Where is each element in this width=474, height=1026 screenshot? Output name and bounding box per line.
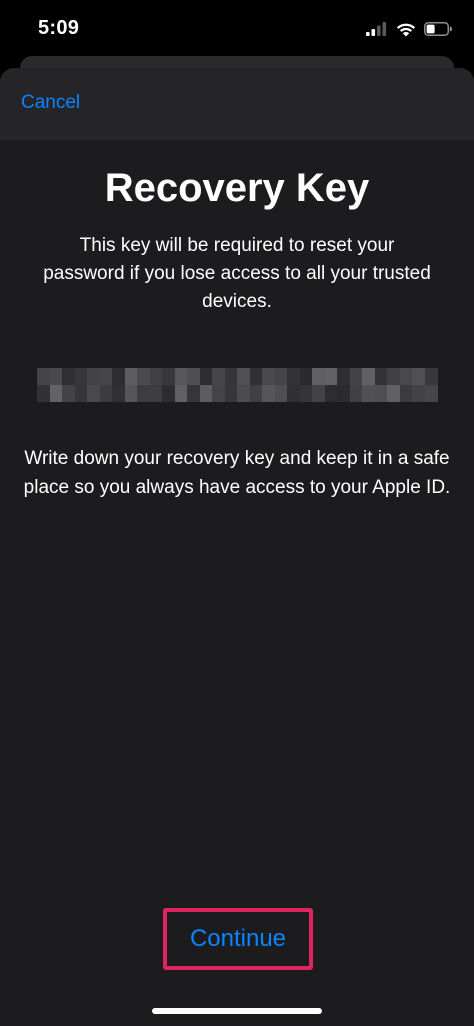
- redacted-pixel: [299, 368, 313, 385]
- redacted-pixel: [349, 385, 363, 402]
- redacted-pixel: [412, 368, 425, 385]
- redacted-pixel: [99, 368, 113, 385]
- cellular-signal-icon: [366, 22, 387, 36]
- redacted-pixel: [399, 385, 413, 402]
- redacted-pixel: [199, 368, 213, 385]
- redacted-pixel: [237, 385, 250, 402]
- redacted-pixel: [49, 368, 63, 385]
- redacted-pixel: [37, 368, 50, 385]
- status-time: 5:09: [38, 17, 80, 39]
- redacted-pixel: [149, 368, 163, 385]
- redacted-pixel: [324, 385, 338, 402]
- redacted-pixel: [112, 385, 125, 402]
- redacted-pixel: [237, 368, 250, 385]
- instruction-text: Write down your recovery key and keep it…: [23, 448, 451, 498]
- recovery-key-redacted: [37, 368, 438, 402]
- redacted-pixel: [287, 368, 300, 385]
- redacted-pixel: [212, 385, 225, 402]
- continue-button[interactable]: Continue: [167, 912, 309, 966]
- status-icons: [366, 19, 452, 39]
- redacted-pixel: [74, 368, 88, 385]
- redacted-pixel: [124, 385, 138, 402]
- redacted-pixel: [312, 385, 325, 402]
- redacted-pixel: [62, 385, 75, 402]
- redacted-pixel: [287, 385, 300, 402]
- redacted-pixel: [249, 368, 263, 385]
- recovery-key-sheet: Cancel Recovery Key This key will be req…: [0, 68, 474, 1026]
- redacted-pixel: [424, 385, 438, 402]
- redacted-pixel: [224, 385, 238, 402]
- redacted-pixel: [299, 385, 313, 402]
- redacted-pixel: [187, 385, 200, 402]
- redacted-pixel: [274, 385, 288, 402]
- redacted-pixel: [137, 368, 150, 385]
- redacted-pixel: [337, 385, 350, 402]
- redacted-pixel: [74, 385, 88, 402]
- redacted-pixel: [337, 368, 350, 385]
- status-bar: 5:09: [0, 0, 474, 56]
- redacted-pixel: [262, 368, 275, 385]
- redacted-pixel: [262, 385, 275, 402]
- redacted-pixel: [324, 368, 338, 385]
- redacted-pixel: [387, 368, 400, 385]
- continue-highlight: Continue: [163, 908, 313, 970]
- redacted-pixel: [112, 368, 125, 385]
- home-indicator: [152, 1008, 322, 1014]
- redacted-pixel: [149, 385, 163, 402]
- redacted-pixel: [124, 368, 138, 385]
- redacted-pixel: [212, 368, 225, 385]
- redacted-pixel: [312, 368, 325, 385]
- redacted-pixel: [274, 368, 288, 385]
- redacted-pixel: [362, 368, 375, 385]
- redacted-pixel: [387, 385, 400, 402]
- redacted-pixel: [362, 385, 375, 402]
- redacted-pixel: [137, 385, 150, 402]
- redacted-pixel: [99, 385, 113, 402]
- redacted-pixel: [199, 385, 213, 402]
- redacted-pixel: [87, 385, 100, 402]
- description-text: This key will be required to reset your …: [43, 235, 431, 312]
- redacted-pixel: [399, 368, 413, 385]
- redacted-pixel: [249, 385, 263, 402]
- wifi-icon: [396, 23, 416, 36]
- redacted-pixel: [374, 385, 388, 402]
- redacted-pixel: [374, 368, 388, 385]
- redacted-pixel: [87, 368, 100, 385]
- redacted-pixel: [349, 368, 363, 385]
- redacted-pixel: [162, 368, 175, 385]
- redacted-pixel: [424, 368, 438, 385]
- redacted-pixel: [174, 368, 188, 385]
- redacted-pixel: [62, 368, 75, 385]
- cancel-button[interactable]: Cancel: [21, 92, 80, 114]
- redacted-pixel: [174, 385, 188, 402]
- redacted-pixel: [162, 385, 175, 402]
- redacted-pixel: [49, 385, 63, 402]
- redacted-pixel: [187, 368, 200, 385]
- redacted-pixel: [224, 368, 238, 385]
- page-title: Recovery Key: [104, 166, 370, 210]
- redacted-pixel: [37, 385, 50, 402]
- redacted-pixel: [412, 385, 425, 402]
- nav-bar: Cancel: [0, 68, 474, 140]
- battery-icon: [424, 22, 452, 36]
